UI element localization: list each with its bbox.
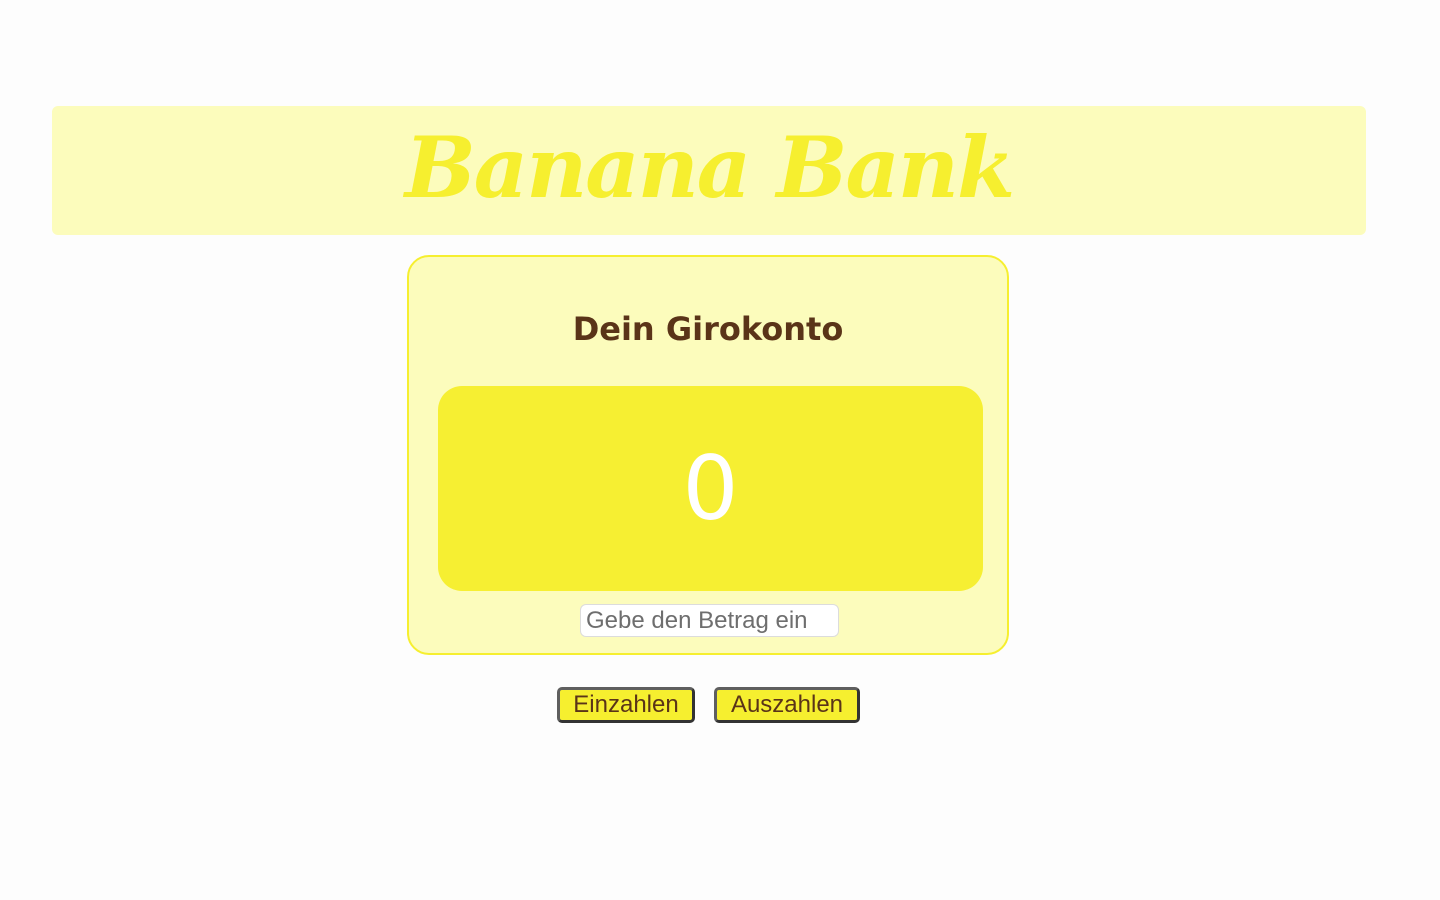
withdraw-button[interactable]: Auszahlen <box>714 687 860 723</box>
deposit-button[interactable]: Einzahlen <box>557 687 695 723</box>
account-title: Dein Girokonto <box>572 310 844 348</box>
header-banner: Banana Bank <box>52 106 1366 235</box>
brand-title: Banana Bank <box>404 117 1015 217</box>
balance-value: 0 <box>682 436 739 540</box>
account-card: Dein Girokonto 0 <box>407 255 1009 655</box>
amount-input[interactable] <box>580 604 839 637</box>
balance-display: 0 <box>438 386 983 591</box>
